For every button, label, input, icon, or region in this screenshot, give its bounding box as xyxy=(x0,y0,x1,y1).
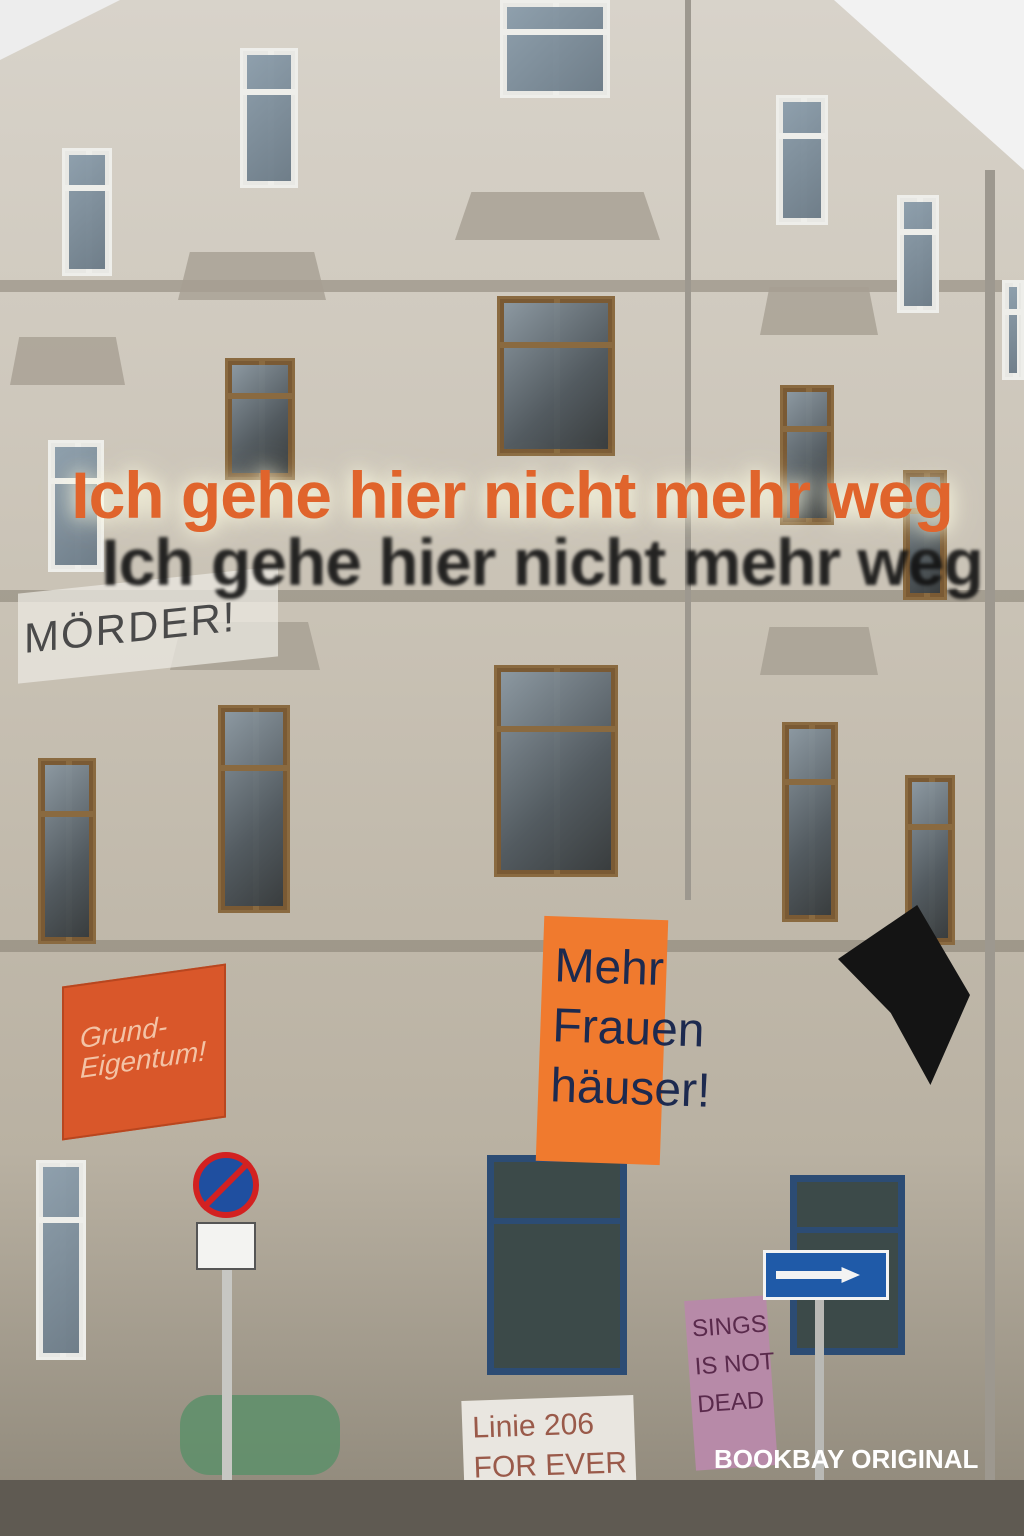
sign-plate xyxy=(196,1222,256,1270)
window xyxy=(494,665,618,877)
book-cover: MÖRDER! Grund- Eigentum! Mehr Frauen häu… xyxy=(0,0,1024,1536)
drain-pipe xyxy=(985,170,995,1536)
window xyxy=(62,148,112,276)
window-pediment xyxy=(455,192,660,240)
shop-window xyxy=(36,1160,86,1360)
window xyxy=(218,705,290,913)
sky-right xyxy=(834,0,1024,170)
green-graffiti xyxy=(180,1395,340,1475)
one-way-sign-icon xyxy=(763,1250,889,1300)
cornice xyxy=(0,280,1024,292)
window xyxy=(38,758,96,944)
window xyxy=(500,0,610,98)
window-pediment xyxy=(10,337,125,385)
sky-left xyxy=(0,0,120,60)
window-pediment xyxy=(178,252,326,300)
window xyxy=(776,95,828,225)
book-title: Ich gehe hier nicht mehr weg xyxy=(71,458,954,532)
window xyxy=(897,195,939,313)
protest-banner-orange: Mehr Frauen häuser! xyxy=(535,915,711,1166)
drain-pipe xyxy=(685,0,691,900)
window xyxy=(1002,280,1024,380)
publisher-label: BOOKBAY ORIGINAL xyxy=(714,1444,979,1474)
window xyxy=(240,48,298,188)
street xyxy=(0,1480,1024,1536)
shop-window xyxy=(487,1155,627,1375)
protest-banner-red: Grund- Eigentum! xyxy=(62,963,226,1141)
no-parking-sign-icon xyxy=(193,1152,259,1218)
window xyxy=(497,296,615,456)
window xyxy=(782,722,838,922)
window-pediment xyxy=(760,627,878,675)
